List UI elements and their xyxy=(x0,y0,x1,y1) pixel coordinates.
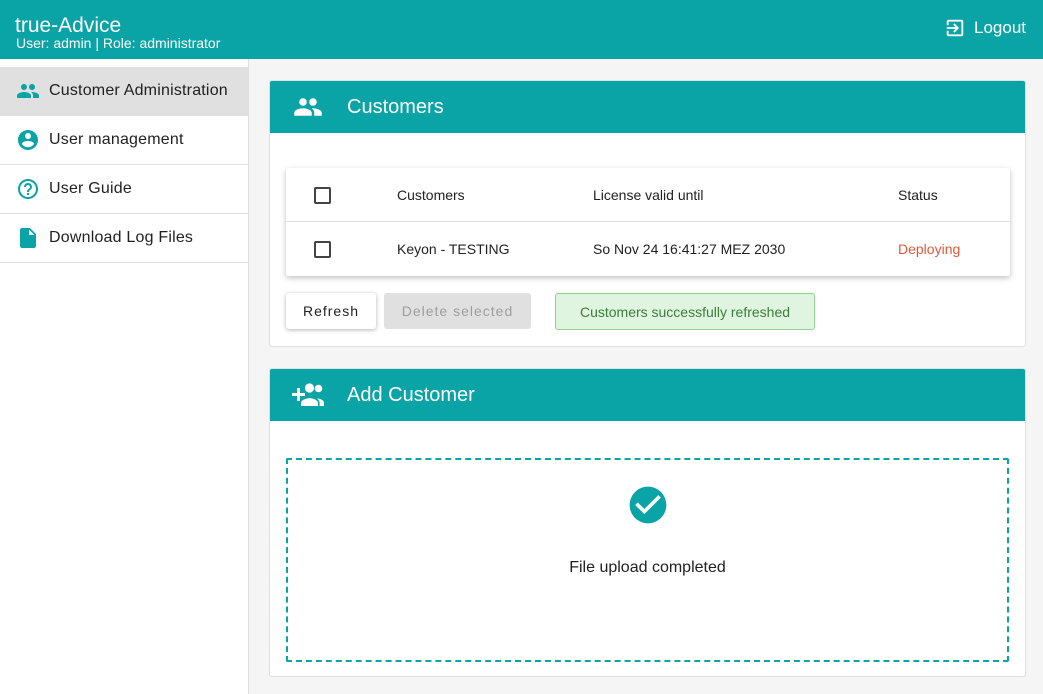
sidebar-item-label: User management xyxy=(49,131,184,148)
customer-name-cell: Keyon - TESTING xyxy=(397,241,510,257)
refresh-success-alert: Customers successfully refreshed xyxy=(555,293,815,330)
user-info: User: admin | Role: administrator xyxy=(16,35,221,51)
app-title: true-Advice xyxy=(15,14,122,37)
sidebar-item-download-log-files[interactable]: Download Log Files xyxy=(0,214,248,263)
logout-button[interactable]: Logout xyxy=(944,17,1026,39)
table-row[interactable]: Keyon - TESTING So Nov 24 16:41:27 MEZ 2… xyxy=(286,222,1010,276)
add-customer-card-title: Add Customer xyxy=(347,384,475,406)
sidebar-item-user-guide[interactable]: User Guide xyxy=(0,165,248,214)
status-cell: Deploying xyxy=(898,241,961,257)
sidebar: Customer Administration User management … xyxy=(0,59,249,694)
file-upload-dropzone[interactable]: File upload completed xyxy=(286,458,1009,662)
customers-card: Customers Customers License valid until … xyxy=(269,80,1026,347)
check-circle-icon xyxy=(629,486,667,524)
sidebar-item-label: Customer Administration xyxy=(49,82,228,99)
sidebar-item-label: User Guide xyxy=(49,180,132,197)
customers-table: Customers License valid until Status Key… xyxy=(286,168,1010,276)
column-header-customers[interactable]: Customers xyxy=(397,168,465,222)
select-all-checkbox[interactable] xyxy=(314,187,331,204)
upload-status-text: File upload completed xyxy=(569,559,726,576)
sidebar-item-user-management[interactable]: User management xyxy=(0,116,248,165)
add-customer-card: Add Customer File upload completed xyxy=(269,368,1026,677)
account-circle-icon xyxy=(16,128,40,152)
file-icon xyxy=(16,226,40,250)
customers-card-header: Customers xyxy=(270,81,1025,133)
sidebar-item-customer-administration[interactable]: Customer Administration xyxy=(0,67,248,116)
table-header-row: Customers License valid until Status xyxy=(286,168,1010,222)
top-app-bar: true-Advice User: admin | Role: administ… xyxy=(0,0,1043,59)
delete-selected-button[interactable]: Delete selected xyxy=(384,293,531,329)
add-people-icon xyxy=(290,380,326,410)
sidebar-item-label: Download Log Files xyxy=(49,229,194,246)
customers-card-title: Customers xyxy=(347,96,444,118)
people-icon xyxy=(290,92,326,122)
row-checkbox[interactable] xyxy=(314,241,331,258)
logout-label: Logout xyxy=(974,18,1026,37)
license-date-cell: So Nov 24 16:41:27 MEZ 2030 xyxy=(593,241,786,257)
column-header-status[interactable]: Status xyxy=(898,168,938,222)
people-icon xyxy=(16,79,40,103)
column-header-license[interactable]: License valid until xyxy=(593,168,704,222)
logout-icon xyxy=(946,19,964,37)
help-circle-icon xyxy=(16,177,40,201)
refresh-button[interactable]: Refresh xyxy=(286,293,376,329)
add-customer-card-header: Add Customer xyxy=(270,369,1025,421)
